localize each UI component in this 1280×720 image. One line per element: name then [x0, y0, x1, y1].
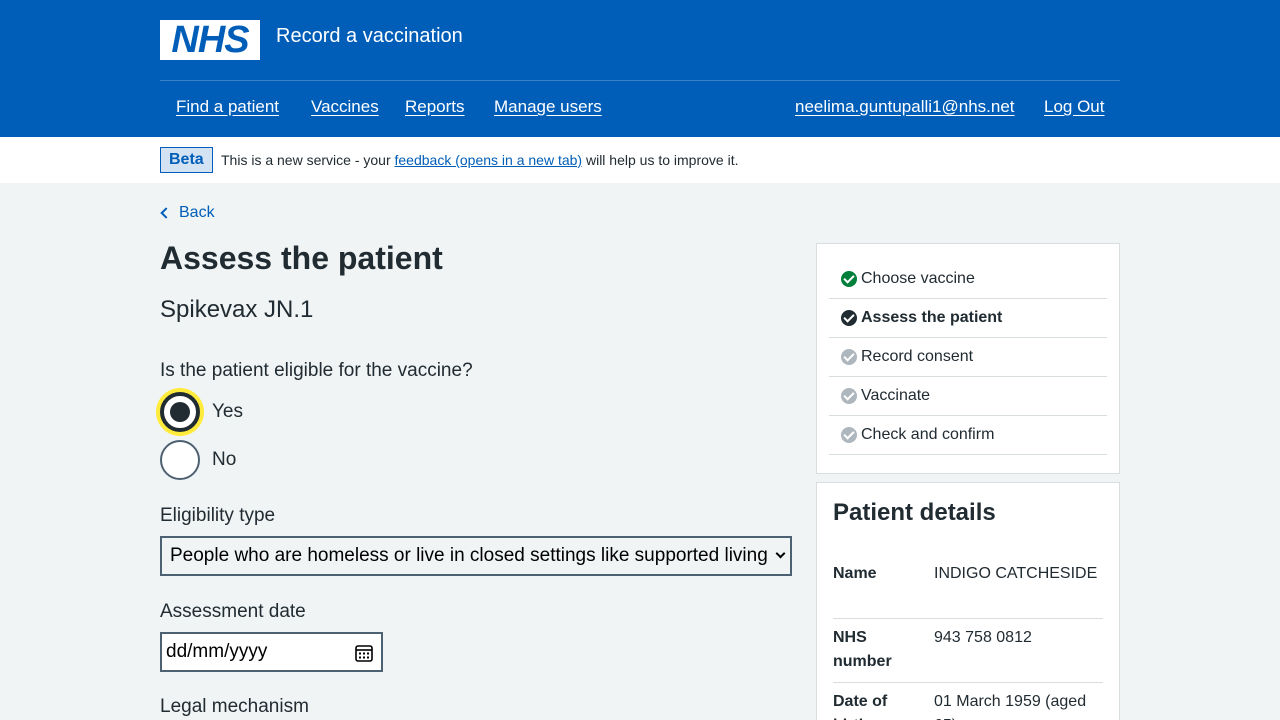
date-placeholder: dd/mm/yyyy	[166, 641, 268, 662]
header-divider	[160, 80, 1120, 81]
nav-find-a-patient[interactable]: Find a patient	[176, 97, 279, 117]
check-current-icon	[841, 310, 857, 326]
radio-no-label[interactable]: No	[212, 449, 236, 471]
patient-name-key: Name	[833, 565, 877, 582]
date-of-birth-key: Date of birth	[833, 693, 888, 720]
eligibility-type-value: People who are homeless or live in close…	[170, 545, 768, 566]
step-label: Choose vaccine	[861, 270, 975, 287]
step-label: Check and confirm	[861, 426, 995, 443]
radio-option-no[interactable]: No	[160, 440, 236, 480]
nav-manage-users[interactable]: Manage users	[494, 97, 602, 117]
step-choose-vaccine[interactable]: Choose vaccine	[829, 260, 1107, 299]
check-pending-icon	[841, 388, 857, 404]
step-label: Assess the patient	[861, 309, 1003, 326]
user-email-link[interactable]: neelima.guntupalli1@nhs.net	[795, 97, 1015, 117]
radio-option-yes[interactable]: Yes	[160, 392, 243, 432]
chevron-left-icon	[160, 207, 172, 219]
page-title: Assess the patient	[160, 240, 443, 276]
assessment-date-label: Assessment date	[160, 601, 306, 622]
nav-reports[interactable]: Reports	[405, 97, 465, 117]
patient-name-row: Name INDIGO CATCHESIDE	[833, 562, 1103, 619]
feedback-link[interactable]: feedback (opens in a new tab)	[395, 152, 583, 168]
site-header: NHS Record a vaccination Find a patient …	[0, 0, 1280, 137]
beta-text-before: This is a new service - your	[221, 152, 395, 168]
patient-details-title: Patient details	[833, 499, 996, 526]
beta-text-after: will help us to improve it.	[582, 152, 739, 168]
log-out-link[interactable]: Log Out	[1044, 97, 1105, 117]
back-link[interactable]: Back	[160, 204, 215, 222]
beta-banner: Beta This is a new service - your feedba…	[0, 137, 1280, 183]
radio-yes-label[interactable]: Yes	[212, 401, 243, 423]
radio-yes[interactable]	[160, 392, 200, 432]
nhs-logo[interactable]: NHS	[160, 18, 260, 61]
calendar-icon[interactable]	[355, 644, 373, 662]
step-check-and-confirm[interactable]: Check and confirm	[829, 416, 1107, 455]
patient-name-value: INDIGO CATCHESIDE	[934, 565, 1098, 582]
task-steps-card: Choose vaccine Assess the patient Record…	[816, 243, 1120, 474]
service-name[interactable]: Record a vaccination	[276, 25, 463, 48]
nhs-number-value: 943 758 0812	[934, 629, 1032, 646]
date-of-birth-row: Date of birth 01 March 1959 (aged 65)	[833, 690, 1103, 720]
legal-mechanism-label: Legal mechanism	[160, 696, 309, 717]
nav-vaccines[interactable]: Vaccines	[311, 97, 379, 117]
vaccine-caption: Spikevax JN.1	[160, 296, 314, 323]
step-label: Vaccinate	[861, 387, 931, 404]
step-vaccinate[interactable]: Vaccinate	[829, 377, 1107, 416]
eligibility-type-select[interactable]: People who are homeless or live in close…	[160, 536, 792, 576]
back-label: Back	[179, 204, 215, 221]
beta-text: This is a new service - your feedback (o…	[221, 152, 738, 168]
patient-details-card: Patient details Name INDIGO CATCHESIDE N…	[816, 482, 1120, 720]
nhs-logo-text: NHS	[171, 18, 249, 61]
nhs-number-key: NHS number	[833, 629, 892, 670]
eligibility-question: Is the patient eligible for the vaccine?	[160, 360, 473, 381]
assessment-date-input[interactable]: dd/mm/yyyy	[160, 632, 383, 672]
eligibility-type-label: Eligibility type	[160, 505, 276, 526]
step-record-consent[interactable]: Record consent	[829, 338, 1107, 377]
chevron-down-icon	[775, 548, 786, 559]
check-pending-icon	[841, 349, 857, 365]
check-pending-icon	[841, 427, 857, 443]
step-assess-the-patient[interactable]: Assess the patient	[829, 299, 1107, 338]
date-of-birth-value: 01 March 1959 (aged 65)	[934, 693, 1087, 720]
radio-no[interactable]	[160, 440, 200, 480]
step-label: Record consent	[861, 348, 974, 365]
check-complete-icon	[841, 271, 857, 287]
beta-tag: Beta	[160, 147, 213, 173]
nhs-number-row: NHS number 943 758 0812	[833, 626, 1103, 683]
